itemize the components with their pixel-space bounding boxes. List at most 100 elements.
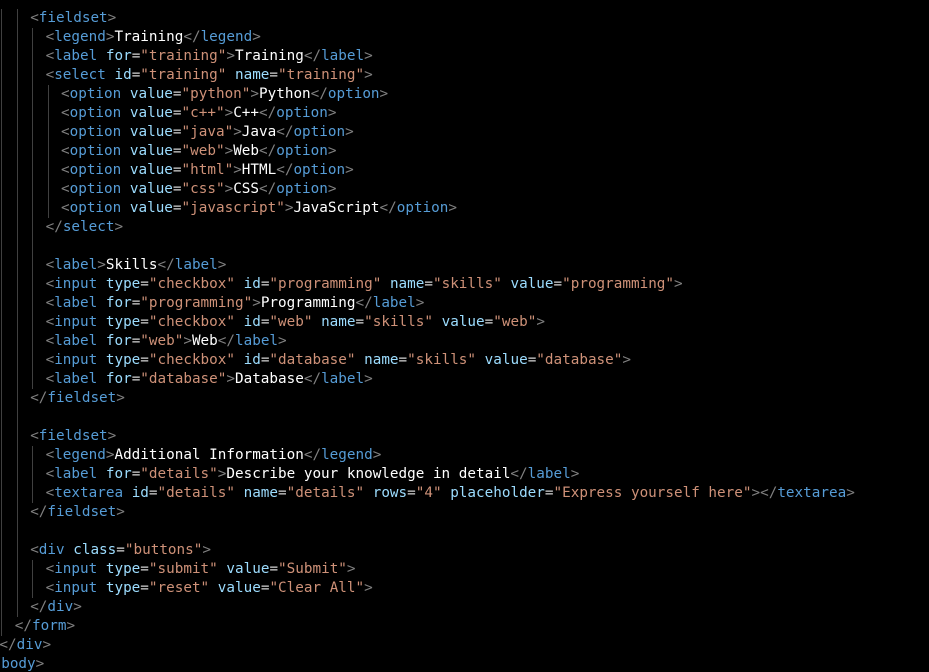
code-line: <fieldset> [30,9,116,28]
bracket: > [327,143,337,159]
bracket: > [116,390,125,406]
attribute-name: for [105,48,132,64]
attribute-name: id [243,352,261,368]
attribute-name: name [389,276,425,292]
tag-name: fieldset [38,428,108,444]
equals-sign: = [148,485,158,501]
equals-sign: = [140,580,149,596]
text-content: Training [234,48,304,64]
equals-sign: = [484,314,494,330]
code-line: <div class="buttons"> [30,541,211,560]
text-content [235,352,244,368]
tag-name: legend [200,29,253,45]
tag-name: label [54,48,98,64]
bracket: > [345,124,354,140]
bracket: < [61,105,70,121]
text-content [121,124,130,140]
tag-name: body [1,656,36,672]
bracket: < [45,29,55,45]
tag-name: input [54,561,98,577]
attribute-value: "c++" [181,105,225,121]
bracket: > [224,181,234,197]
equals-sign: = [140,561,149,577]
text-content: JavaScript [293,200,380,216]
bracket: > [536,314,545,330]
tag-name: select [54,67,106,83]
bracket: > [226,48,235,64]
text-content [65,542,74,558]
equals-sign: = [424,276,433,292]
attribute-name: class [73,542,117,558]
code-editor[interactable]: <fieldset> <legend>Training</legend> <labe… [0,0,929,672]
attribute-value: "4" [415,485,442,501]
tag-name: input [54,352,98,368]
attribute-value: "javascript" [181,200,285,216]
attribute-value: "programming" [562,276,675,292]
bracket: > [202,542,211,558]
tag-name: select [62,219,115,235]
tag-name: input [54,314,98,330]
bracket: > [278,333,287,349]
indent-guide [47,85,49,218]
text-content [121,181,130,197]
bracket: </ [303,447,322,463]
bracket: ></ [751,485,778,501]
bracket: < [45,257,55,273]
bracket: > [183,333,192,349]
equals-sign: = [269,561,279,577]
equals-sign: = [407,485,416,501]
code-line: <legend>Training</legend> [46,28,261,47]
bracket: > [114,219,124,235]
text-content [97,352,106,368]
equals-sign: = [398,352,408,368]
attribute-name: for [105,333,132,349]
tag-name: label [54,295,98,311]
text-content: HTML [241,162,277,178]
attribute-name: name [234,67,270,83]
bracket: > [364,48,373,64]
bracket: > [252,295,261,311]
bracket: < [61,124,70,140]
bracket: < [45,295,55,311]
attribute-value: "details" [157,485,235,501]
bracket: < [45,276,55,292]
bracket: < [61,86,70,102]
text-content [442,485,451,501]
bracket: </ [217,333,235,349]
tag-name: option [69,86,122,102]
bracket: > [66,618,76,634]
bracket: > [372,447,382,463]
bracket: </ [30,390,48,406]
bracket: > [846,485,855,501]
text-content: Additional Information [114,447,304,463]
text-content [97,466,106,482]
tag-name: label [54,371,98,387]
bracket: > [226,371,235,387]
tag-name: label [372,295,416,311]
attribute-name: name [243,485,279,501]
tag-name: option [293,124,346,140]
bracket: </ [157,257,175,273]
equals-sign: = [172,162,182,178]
attribute-name: value [217,580,261,596]
tag-name: option [69,124,122,140]
bracket: </ [259,105,277,121]
indent-guide [16,9,18,617]
bracket: > [415,295,425,311]
attribute-value: "skills" [407,352,477,368]
bracket: </ [276,124,294,140]
tag-name: div [47,599,74,615]
code-line: <input type="submit" value="Submit"> [46,560,356,579]
attribute-value: "Submit" [278,561,347,577]
indent-guide [32,446,34,503]
code-line: </div> [30,598,82,617]
equals-sign: = [131,67,141,83]
bracket: > [250,86,260,102]
bracket: </ [14,618,33,634]
text-content: Describe your knowledge in detail [226,466,511,482]
code-line: <option value="web">Web</option> [61,142,337,161]
equals-sign: = [116,542,125,558]
equals-sign: = [140,314,149,330]
text-content [235,314,244,330]
code-line: <input type="checkbox" id="database" nam… [46,351,631,370]
